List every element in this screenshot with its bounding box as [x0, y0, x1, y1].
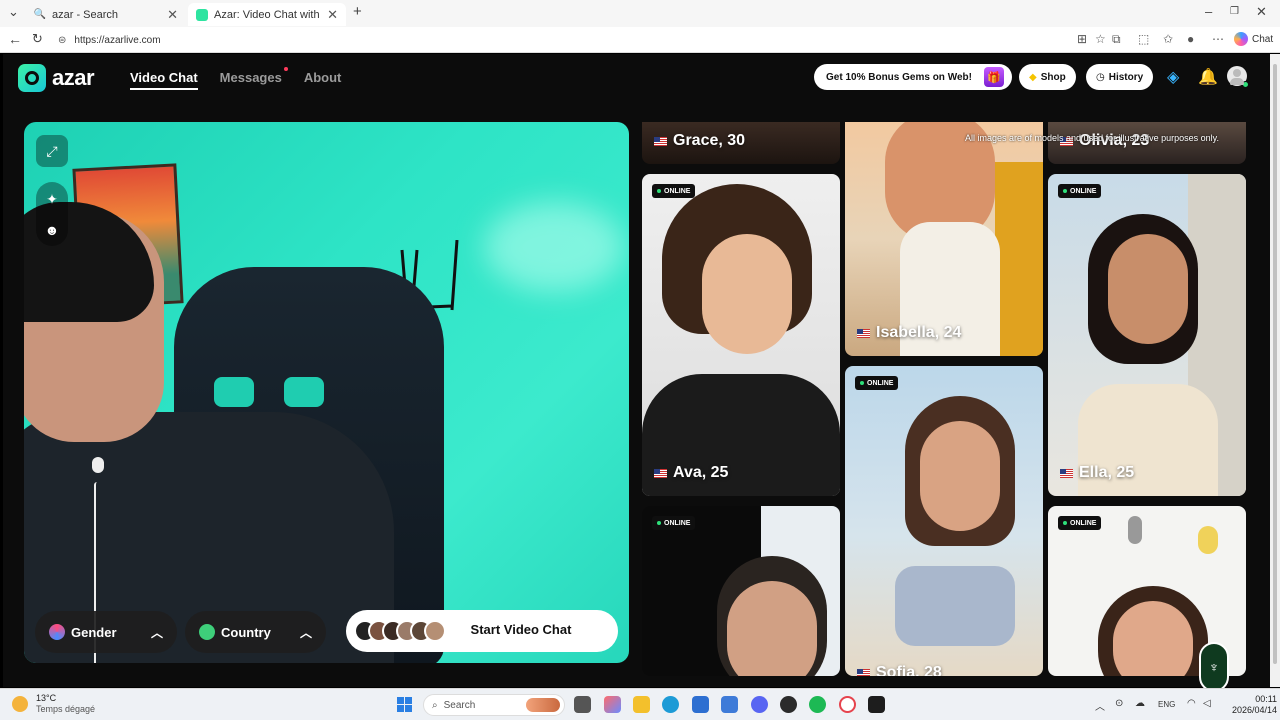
us-flag-icon: [857, 328, 870, 338]
profile-card[interactable]: Olivia, 23: [1048, 122, 1246, 164]
volume-icon[interactable]: ◁: [1203, 698, 1211, 709]
edge-icon[interactable]: [662, 696, 679, 713]
weather-desc: Temps dégagé: [36, 704, 96, 714]
restore-icon[interactable]: ❐: [1230, 6, 1239, 17]
profile-card[interactable]: ONLINE Ava, 25: [642, 174, 840, 496]
profile-name: Ella, 25: [1079, 464, 1135, 481]
task-view-icon[interactable]: [574, 696, 591, 713]
start-menu-icon[interactable]: [397, 697, 412, 712]
clock-date: 2026/04/14: [1232, 705, 1278, 715]
profile-card[interactable]: Isabella, 24: [845, 122, 1043, 356]
tray-app-icon[interactable]: ⊙: [1115, 698, 1123, 709]
profile-name: Grace, 30: [673, 132, 746, 149]
refresh-icon[interactable]: ↻: [32, 31, 43, 47]
close-tab-icon[interactable]: ✕: [167, 7, 178, 23]
page-scrollbar[interactable]: [1270, 54, 1280, 687]
favorite-star-icon[interactable]: ☆: [1095, 32, 1106, 46]
weather-temp: 13°C: [36, 693, 57, 703]
back-icon[interactable]: ←: [8, 31, 22, 47]
tab-azar[interactable]: Azar: Video Chat with New Fri ✕: [188, 3, 346, 26]
profile-card[interactable]: ONLINE: [642, 506, 840, 676]
url-field[interactable]: ⊜ https://azarlive.com: [50, 30, 1070, 50]
read-aloud-icon[interactable]: ⊞: [1077, 32, 1087, 46]
search-icon: ⌕: [432, 699, 438, 711]
us-flag-icon: [654, 468, 667, 478]
profile-card[interactable]: ONLINE Sofia, 28: [845, 366, 1043, 676]
address-bar: ← ↻ ⊜ https://azarlive.com ⊞ ☆ ⧉ ⬚ ✩ ● ⋯: [0, 27, 1280, 53]
azar-page: azar Video Chat Messages About Get 10% B…: [3, 54, 1270, 687]
copilot-label: Chat: [1252, 33, 1274, 45]
weather-widget[interactable]: 13°C Temps dégagé: [12, 693, 95, 715]
favorites-icon[interactable]: ✩: [1163, 32, 1173, 46]
overlay-logo-icon: ♆: [1199, 642, 1229, 692]
copilot-icon: [1234, 32, 1248, 46]
extensions-icon[interactable]: ⬚: [1138, 32, 1149, 46]
store-icon[interactable]: [692, 696, 709, 713]
taskbar-search[interactable]: ⌕ Search: [423, 694, 565, 716]
close-tab-icon[interactable]: ✕: [327, 7, 338, 23]
more-menu-icon[interactable]: ⋯: [1212, 32, 1224, 46]
minimize-icon[interactable]: –: [1205, 4, 1212, 19]
window-close-icon[interactable]: ✕: [1256, 4, 1267, 20]
site-info-icon[interactable]: ⊜: [58, 35, 66, 46]
profile-name: Isabella, 24: [876, 324, 962, 341]
copilot-app-icon[interactable]: [604, 696, 621, 713]
search-icon: 🔍: [33, 9, 47, 20]
wifi-icon[interactable]: ◠: [1187, 698, 1196, 709]
online-badge: ONLINE: [855, 376, 899, 390]
language-indicator[interactable]: ENG: [1158, 700, 1175, 709]
model-disclaimer: All images are of models and used for il…: [965, 133, 1219, 143]
profile-card[interactable]: Grace, 30: [642, 122, 840, 164]
windows-taskbar: 13°C Temps dégagé ⌕ Search ︿ ⊙ ☁ ENG ◠ ◁…: [0, 688, 1280, 720]
split-screen-icon[interactable]: ⧉: [1112, 32, 1121, 47]
tab-title: azar - Search: [52, 8, 119, 21]
clock[interactable]: 00:11 2026/04/14: [1232, 694, 1277, 716]
weather-icon: [12, 696, 28, 712]
us-flag-icon: [1060, 468, 1073, 478]
profile-name: Ava, 25: [673, 464, 729, 481]
profile-icon[interactable]: ●: [1187, 32, 1194, 46]
tray-chevron-icon[interactable]: ︿: [1095, 698, 1105, 713]
media-app-icon[interactable]: [868, 696, 885, 713]
url-text: https://azarlive.com: [74, 34, 161, 46]
spotify-icon[interactable]: [809, 696, 826, 713]
discord-icon[interactable]: [751, 696, 768, 713]
profile-card[interactable]: ONLINE Ella, 25: [1048, 174, 1246, 496]
azar-favicon-icon: [196, 8, 208, 21]
clock-time: 00:11: [1255, 694, 1278, 704]
file-explorer-icon[interactable]: [633, 696, 650, 713]
profile-grid: Grace, 30 Isabella, 24 Olivia, 23 ONLINE…: [3, 54, 1270, 687]
obs-icon[interactable]: [780, 696, 797, 713]
browser-tab-bar: ⌄ 🔍 azar - Search ✕ Azar: Video Chat wit…: [0, 0, 1280, 27]
opera-icon[interactable]: [839, 696, 856, 713]
tab-title: Azar: Video Chat with New Fri: [214, 8, 321, 21]
online-badge: ONLINE: [1058, 516, 1102, 530]
us-flag-icon: [857, 668, 870, 676]
online-badge: ONLINE: [1058, 184, 1102, 198]
tab-list-chevron-icon[interactable]: ⌄: [8, 4, 19, 20]
online-badge: ONLINE: [652, 516, 696, 530]
taskbar-search-label: Search: [443, 699, 476, 711]
copilot-button[interactable]: Chat: [1234, 32, 1273, 46]
tab-search[interactable]: 🔍 azar - Search ✕: [26, 3, 186, 26]
new-tab-button[interactable]: +: [353, 3, 362, 20]
outlook-icon[interactable]: [721, 696, 738, 713]
tray-cloud-icon[interactable]: ☁: [1135, 698, 1145, 709]
us-flag-icon: [654, 136, 667, 146]
profile-name: Sofia, 28: [876, 664, 942, 676]
online-badge: ONLINE: [652, 184, 696, 198]
